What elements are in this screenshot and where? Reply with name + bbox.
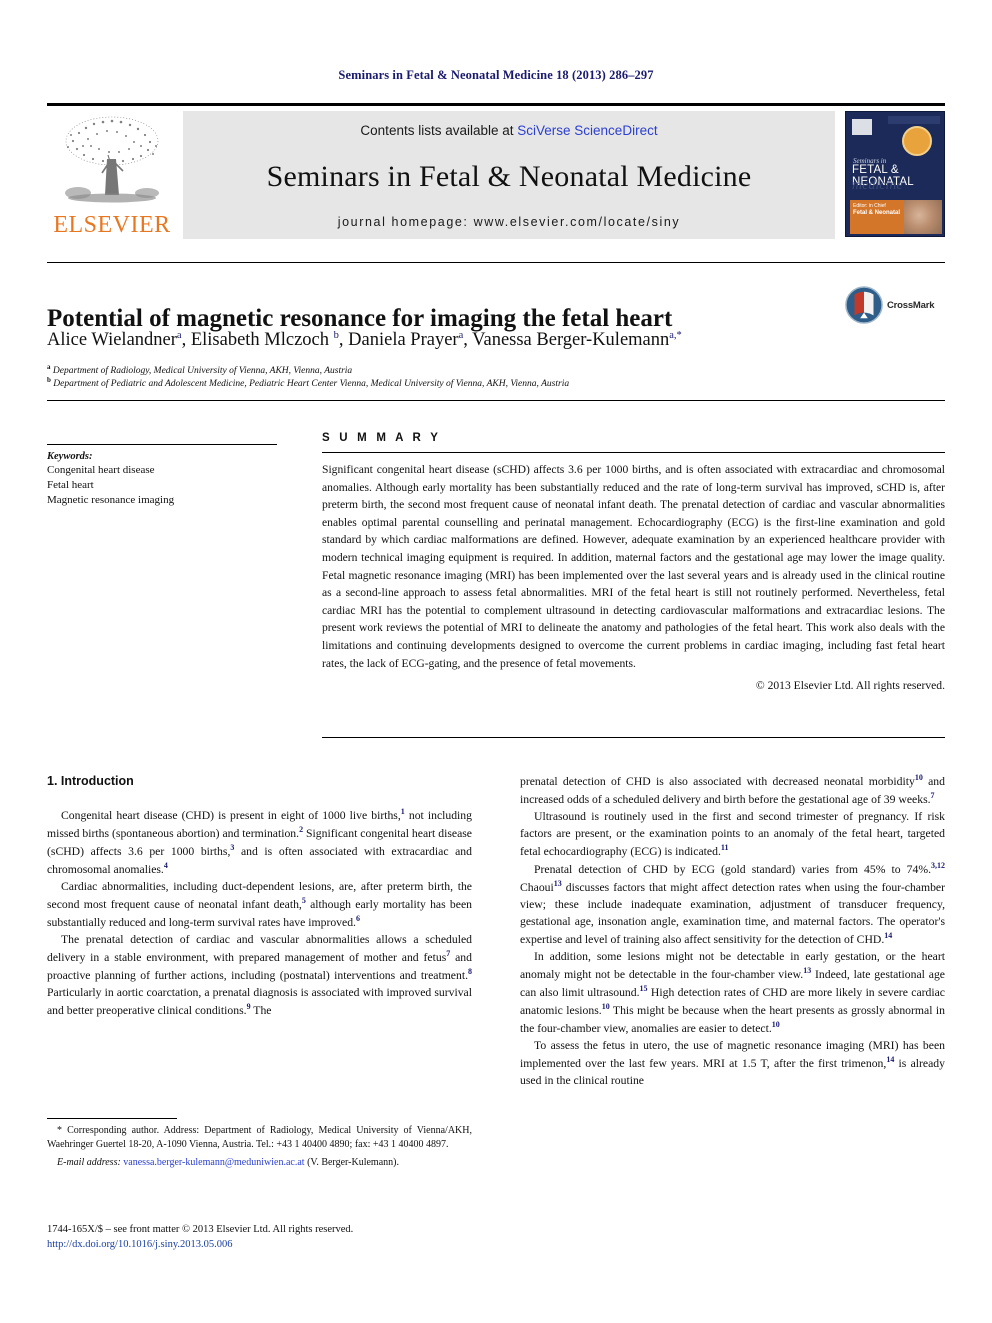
cover-band-line2: Fetal & Neonatal [853,210,901,216]
keyword-item: Magnetic resonance imaging [47,493,175,506]
keyword-item: Congenital heart disease [47,464,155,476]
masthead-center: Contents lists available at SciVerse Sci… [183,111,835,239]
paragraph: Ultrasound is routinely used in the firs… [520,809,945,858]
journal-title: Seminars in Fetal & Neonatal Medicine [266,159,752,193]
email-label: E-mail address: [57,1157,121,1169]
abstract-bottom-divider [322,737,945,738]
cover-elsevier-mark [852,119,872,135]
title-divider [47,262,945,263]
keywords-heading: Keywords: [47,451,93,462]
summary-copyright: © 2013 Elsevier Ltd. All rights reserved… [755,679,945,693]
cover-seal-icon [902,126,932,156]
paragraph: Cardiac abnormalities, including duct-de… [47,880,472,930]
crossmark-badge[interactable]: CrossMark [845,286,935,324]
cover-medicine-word: medicine [852,178,903,193]
summary-heading: S U M M A R Y [322,432,442,444]
footnote-divider [47,1118,177,1119]
contents-available-line: Contents lists available at SciVerse Sci… [360,123,657,138]
cover-orange-band: Editor: in Chief Fetal & Neonatal [850,200,904,234]
journal-cover-thumbnail[interactable]: Seminars in FETAL & NEONATAL medicine Ed… [845,111,945,237]
journal-homepage-link[interactable]: journal homepage: www.elsevier.com/locat… [338,215,680,229]
corresponding-author-note: * Corresponding author. Address: Departm… [47,1125,472,1151]
paragraph: To assess the fetus in utero, the use of… [520,1039,945,1088]
cover-photo [904,200,942,234]
elsevier-logo: ELSEVIER [47,111,177,239]
cover-top-bar [888,116,940,124]
email-note: E-mail address: vanessa.berger-kulemann@… [47,1156,472,1170]
elsevier-wordmark: ELSEVIER [53,212,171,238]
keyword-item: Fetal heart [47,478,94,491]
email-link[interactable]: vanessa.berger-kulemann@meduniwien.ac.at [123,1157,304,1168]
paragraph: Prenatal detection of CHD by ECG (gold s… [520,861,945,947]
affiliation-b-text: Department of Pediatric and Adolescent M… [53,379,570,390]
body-column-left: 1. Introduction Congenital heart disease… [47,772,472,1019]
article-page: Seminars in Fetal & Neonatal Medicine 18… [0,0,992,1323]
summary-block: S U M M A R Y Significant congenital hea… [322,432,945,692]
journal-masthead: ELSEVIER Contents lists available at Sci… [47,103,945,239]
summary-divider [322,452,945,453]
doi-link[interactable]: http://dx.doi.org/10.1016/j.siny.2013.05… [47,1237,507,1252]
paragraph: In addition, some lesions might not be d… [520,950,945,1035]
summary-text: Significant congenital heart disease (sC… [322,463,945,670]
footnote-block: * Corresponding author. Address: Departm… [47,1124,472,1171]
abstract-top-divider [47,400,945,401]
keywords-block: Keywords: Congenital heart disease Fetal… [47,444,277,508]
paragraph: The prenatal detection of cardiac and va… [47,933,472,1018]
paragraph: prenatal detection of CHD is also associ… [520,773,945,806]
sciencedirect-link[interactable]: SciVerse ScienceDirect [517,123,657,138]
email-owner: (V. Berger-Kulemann). [307,1157,399,1169]
elsevier-tree-icon [65,116,159,203]
affiliation-b: b Department of Pediatric and Adolescent… [47,376,570,390]
crossmark-label: CrossMark [887,299,935,311]
running-head: Seminars in Fetal & Neonatal Medicine 18… [338,68,654,82]
section-heading-introduction: 1. Introduction [47,774,134,788]
paragraph: Congenital heart disease (CHD) is presen… [47,807,472,877]
author-list: Alice Wielandnera, Elisabeth Mlczoch b, … [47,329,682,350]
cover-band-line1: Editor: in Chief [853,203,886,209]
journal-cover-block: Seminars in FETAL & NEONATAL medicine Ed… [841,111,945,239]
frontmatter-block: 1744-165X/$ – see front matter © 2013 El… [47,1222,507,1252]
body-column-right: prenatal detection of CHD is also associ… [520,772,945,1089]
keywords-divider [47,444,277,445]
contents-prefix: Contents lists available at [360,123,518,138]
issn-frontmatter-line: 1744-165X/$ – see front matter © 2013 El… [47,1224,354,1235]
crossmark-icon [845,286,883,324]
